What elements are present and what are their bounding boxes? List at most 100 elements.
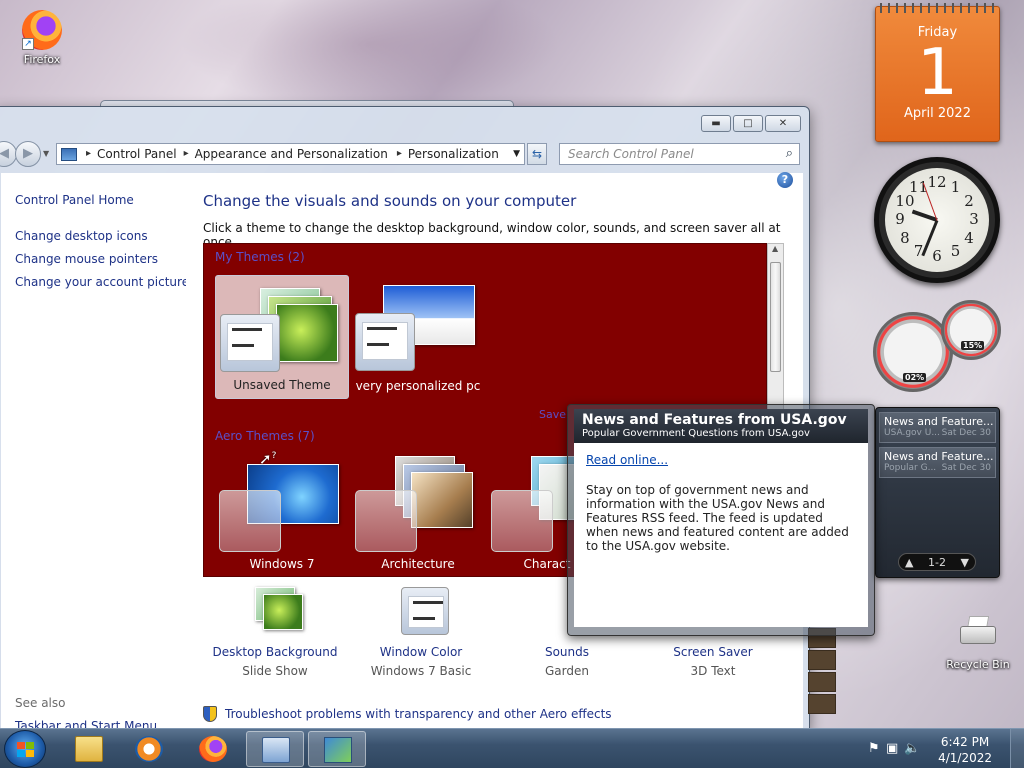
search-input[interactable]: Search Control Panel ⌕ xyxy=(559,143,800,165)
change-mouse-pointers-link[interactable]: Change mouse pointers xyxy=(15,252,158,266)
breadcrumb-personalization[interactable]: Personalization xyxy=(397,147,499,161)
taskbar-explorer[interactable] xyxy=(60,731,118,767)
change-account-picture-link[interactable]: Change your account picture xyxy=(15,275,189,289)
shield-icon xyxy=(203,706,217,722)
window-color-swatch xyxy=(219,490,281,552)
firefox-icon: ↗ xyxy=(22,10,62,50)
search-icon[interactable]: ⌕ xyxy=(786,146,793,161)
clock-numeral: 3 xyxy=(969,210,979,228)
media-player-icon xyxy=(135,736,163,762)
troubleshoot-label: Troubleshoot problems with transparency … xyxy=(225,707,612,721)
taskbar-personalization[interactable] xyxy=(308,731,366,767)
option-value: Garden xyxy=(545,664,589,678)
volume-icon[interactable]: 🔈 xyxy=(904,741,920,756)
help-icon[interactable]: ? xyxy=(777,172,793,188)
memory-percent: 15% xyxy=(961,341,985,350)
wallpaper-shadow xyxy=(180,0,560,110)
feed-item-date: Sat Dec 30 xyxy=(941,463,991,473)
recent-pages-icon[interactable]: ▼ xyxy=(43,149,49,158)
theme-architecture[interactable]: Architecture xyxy=(351,450,485,574)
refresh-button[interactable]: ⇆ xyxy=(527,143,547,165)
feed-page-indicator: 1-2 xyxy=(928,555,946,569)
show-desktop-button[interactable] xyxy=(1010,729,1024,768)
clock-face: 12 1 2 3 4 5 6 7 8 9 10 11 xyxy=(885,168,989,272)
option-value: 3D Text xyxy=(690,664,736,678)
feed-item[interactable]: News and Feature... Popular G... Sat Dec … xyxy=(879,447,996,478)
theme-label: very personalized pc xyxy=(355,379,481,393)
control-panel-icon xyxy=(61,147,77,161)
desktop-icon-label: Firefox xyxy=(23,53,61,66)
next-arrow-icon[interactable]: ▼ xyxy=(961,556,969,569)
scroll-thumb[interactable] xyxy=(770,262,781,372)
minimize-button[interactable]: ▬ xyxy=(701,115,731,132)
cpu-meter-gadget[interactable]: 02% 15% xyxy=(873,300,1001,392)
flyout-title: News and Features from USA.gov xyxy=(582,412,847,428)
control-panel-icon xyxy=(262,737,290,763)
breadcrumb-control-panel[interactable]: Control Panel xyxy=(86,147,177,161)
clock-gadget[interactable]: 12 1 2 3 4 5 6 7 8 9 10 11 xyxy=(874,157,1000,283)
desktop-icon-firefox[interactable]: ↗ Firefox xyxy=(7,10,77,66)
read-online-link[interactable]: Read online... xyxy=(586,453,856,467)
theme-very-personalized-pc[interactable]: very personalized pc xyxy=(351,275,485,399)
navigation-bar: ◀ ▶ ▼ Control Panel Appearance and Perso… xyxy=(0,141,811,167)
clock-numeral: 12 xyxy=(927,173,947,191)
taskbar: ⚑ ▣ 🔈 6:42 PM 4/1/2022 xyxy=(0,728,1024,768)
breadcrumb-appearance[interactable]: Appearance and Personalization xyxy=(184,147,388,161)
option-label: Desktop Background xyxy=(212,645,338,659)
action-center-icon[interactable]: ⚑ xyxy=(868,741,880,756)
desktop-icon-recycle-bin[interactable]: Recycle Bin xyxy=(942,614,1014,671)
feed-item-source: Popular G... xyxy=(884,463,937,473)
taskbar-firefox[interactable] xyxy=(184,731,242,767)
theme-label: Unsaved Theme xyxy=(233,378,331,392)
calendar-rings xyxy=(876,3,999,13)
personalization-icon xyxy=(324,737,352,763)
desktop-background-option[interactable]: Desktop Background Slide Show xyxy=(205,587,345,678)
window-color-swatch xyxy=(491,490,553,552)
feed-item-date: Sat Dec 30 xyxy=(941,428,991,438)
explorer-icon xyxy=(75,736,103,762)
my-themes-heading: My Themes (2) xyxy=(215,250,305,264)
taskbar-media-player[interactable] xyxy=(120,731,178,767)
theme-windows-7[interactable]: Windows 7 xyxy=(215,450,349,574)
change-desktop-icons-link[interactable]: Change desktop icons xyxy=(15,229,148,243)
search-placeholder: Search Control Panel xyxy=(568,147,694,161)
notification-area: ⚑ ▣ 🔈 6:42 PM 4/1/2022 xyxy=(854,733,1014,765)
feed-item[interactable]: News and Feature... USA.gov U... Sat Dec … xyxy=(879,412,996,443)
flyout-body: Read online... Stay on top of government… xyxy=(574,443,868,627)
close-button[interactable]: ✕ xyxy=(765,115,801,132)
feed-item-title: News and Feature... xyxy=(884,415,994,428)
cpu-percent: 02% xyxy=(903,373,927,382)
window-color-icon xyxy=(391,587,451,637)
network-icon[interactable]: ▣ xyxy=(886,741,898,756)
theme-unsaved[interactable]: Unsaved Theme xyxy=(215,275,349,399)
theme-label: Architecture xyxy=(381,557,455,571)
save-theme-link[interactable]: Save xyxy=(539,408,566,421)
system-clock[interactable]: 6:42 PM 4/1/2022 xyxy=(938,734,992,766)
previous-arrow-icon[interactable]: ▲ xyxy=(905,556,913,569)
calendar-day: 1 xyxy=(917,36,958,110)
desktop-background-icon xyxy=(245,587,305,637)
feed-headlines-gadget[interactable]: News and Feature... USA.gov U... Sat Dec … xyxy=(875,407,1000,578)
scroll-up-icon[interactable]: ▲ xyxy=(772,244,778,253)
forward-button[interactable]: ▶ xyxy=(15,141,41,167)
address-dropdown-icon[interactable]: ▼ xyxy=(513,149,520,159)
recycle-bin-icon xyxy=(956,614,1000,654)
control-panel-home-link[interactable]: Control Panel Home xyxy=(15,193,134,207)
maximize-button[interactable]: □ xyxy=(733,115,763,132)
clock-numeral: 8 xyxy=(900,228,910,247)
aero-themes-heading: Aero Themes (7) xyxy=(215,429,315,443)
address-bar[interactable]: Control Panel Appearance and Personaliza… xyxy=(56,143,525,165)
clock-date: 4/1/2022 xyxy=(938,751,992,765)
see-also-heading: See also xyxy=(15,696,66,710)
window-color-swatch xyxy=(220,314,280,372)
taskbar-control-panel[interactable] xyxy=(246,731,304,767)
troubleshoot-link[interactable]: Troubleshoot problems with transparency … xyxy=(203,706,612,722)
option-value: Slide Show xyxy=(242,664,308,678)
window-color-option[interactable]: Window Color Windows 7 Basic xyxy=(351,587,491,678)
clock-numeral: 5 xyxy=(950,242,961,261)
clock-numeral: 6 xyxy=(932,247,942,265)
memory-dial xyxy=(941,300,1001,360)
calendar-gadget[interactable]: Friday 1 April 2022 xyxy=(875,3,1000,142)
clock-numeral: 9 xyxy=(895,210,905,228)
start-button[interactable] xyxy=(4,730,46,768)
